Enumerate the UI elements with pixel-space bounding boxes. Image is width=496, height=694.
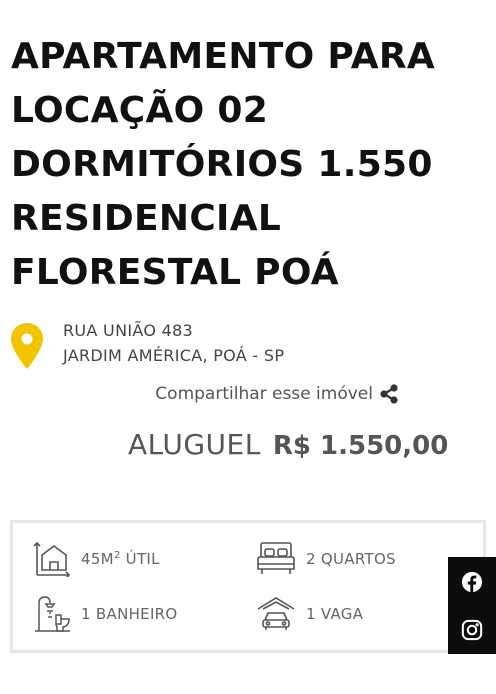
share-label: Compartilhar esse imóvel bbox=[155, 384, 373, 404]
area-superscript: 2 bbox=[113, 550, 121, 561]
feature-bath-label: 1 BANHEIRO bbox=[81, 605, 178, 623]
feature-bath: 1 BANHEIRO bbox=[33, 595, 178, 633]
location-pin-icon bbox=[11, 323, 43, 369]
garage-car-icon bbox=[257, 597, 295, 630]
bathroom-icon bbox=[35, 596, 70, 632]
features-box: 45M2 ÚTIL 2 QUARTOS 1 BANHEIRO 1 VAGA bbox=[10, 520, 486, 653]
social-sidebar bbox=[448, 557, 496, 654]
address-district: JARDIM AMÉRICA, POÁ - SP bbox=[63, 346, 285, 365]
price-block: ALUGUEL R$ 1.550,00 bbox=[128, 428, 448, 461]
bed-icon bbox=[257, 542, 295, 574]
area-suffix: ÚTIL bbox=[120, 550, 160, 568]
share-link[interactable]: Compartilhar esse imóvel bbox=[155, 382, 399, 406]
instagram-button[interactable] bbox=[448, 606, 496, 654]
feature-rooms-label: 2 QUARTOS bbox=[306, 550, 396, 568]
address-block: RUA UNIÃO 483 JARDIM AMÉRICA, POÁ - SP bbox=[10, 318, 480, 374]
area-value: 45M bbox=[81, 550, 114, 568]
feature-rooms: 2 QUARTOS bbox=[256, 541, 396, 577]
address-street: RUA UNIÃO 483 bbox=[63, 321, 194, 340]
facebook-icon bbox=[461, 571, 483, 593]
address-lines: RUA UNIÃO 483 JARDIM AMÉRICA, POÁ - SP bbox=[63, 318, 284, 368]
facebook-button[interactable] bbox=[448, 558, 496, 606]
price-label: ALUGUEL bbox=[128, 428, 261, 461]
feature-parking: 1 VAGA bbox=[256, 595, 363, 633]
listing-title: APARTAMENTO PARA LOCAÇÃO 02 DORMITÓRIOS … bbox=[11, 36, 436, 293]
instagram-icon bbox=[461, 619, 483, 641]
feature-area: 45M2 ÚTIL bbox=[33, 541, 160, 577]
feature-area-label: 45M2 ÚTIL bbox=[81, 550, 160, 568]
share-icon bbox=[380, 384, 398, 404]
price-value: R$ 1.550,00 bbox=[272, 431, 449, 461]
area-house-icon bbox=[33, 541, 71, 577]
feature-parking-label: 1 VAGA bbox=[306, 605, 364, 623]
